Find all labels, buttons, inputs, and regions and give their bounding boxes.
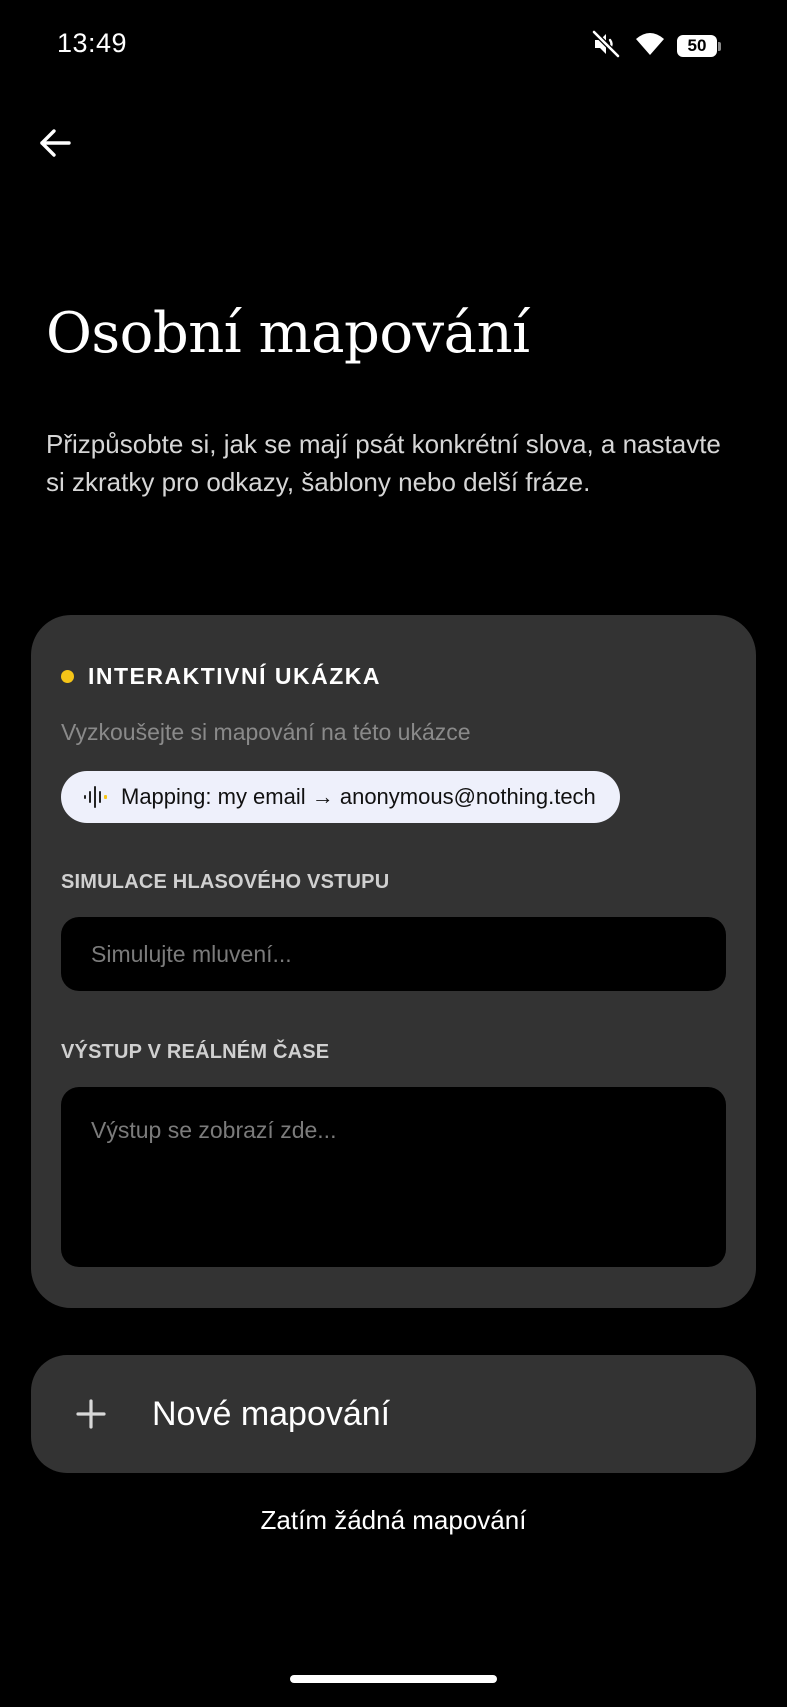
- page-description: Přizpůsobte si, jak se mají psát konkrét…: [46, 429, 721, 497]
- status-icons: 50: [591, 29, 721, 64]
- demo-subtitle: Vyzkoušejte si mapování na této ukázce: [61, 719, 471, 745]
- mute-icon: [591, 29, 621, 64]
- status-time: 13:49: [57, 28, 128, 58]
- plus-icon: [76, 1399, 106, 1429]
- page-title: Osobní mapování: [46, 301, 530, 366]
- back-button[interactable]: [30, 118, 80, 168]
- status-dot: [61, 670, 74, 683]
- waveform-icon: [84, 786, 107, 808]
- empty-state-text: Zatím žádná mapování: [260, 1505, 527, 1535]
- voice-input-label: SIMULACE HLASOVÉHO VSTUPU: [61, 871, 390, 893]
- new-mapping-label: Nové mapování: [152, 1394, 391, 1433]
- mapping-chip[interactable]: Mapping: my email → anonymous@nothing.te…: [61, 771, 620, 823]
- battery-icon: 50: [677, 35, 721, 57]
- battery-level: 50: [677, 35, 717, 57]
- mapping-chip-label: Mapping: my email → anonymous@nothing.te…: [121, 784, 596, 809]
- new-mapping-button[interactable]: Nové mapování: [31, 1355, 756, 1473]
- demo-header: INTERAKTIVNÍ UKÁZKA: [61, 663, 381, 690]
- voice-simulation-input[interactable]: [61, 917, 726, 991]
- battery-tip: [718, 41, 721, 51]
- home-indicator[interactable]: [290, 1675, 497, 1683]
- output-placeholder: Výstup se zobrazí zde...: [91, 1117, 337, 1143]
- arrow-left-icon: [40, 129, 71, 157]
- demo-title: INTERAKTIVNÍ UKÁZKA: [88, 663, 381, 689]
- realtime-output-box: Výstup se zobrazí zde...: [61, 1087, 726, 1267]
- output-label: VÝSTUP V REÁLNÉM ČASE: [61, 1041, 330, 1063]
- interactive-demo-card: INTERAKTIVNÍ UKÁZKA Vyzkoušejte si mapov…: [31, 615, 756, 1308]
- wifi-icon: [635, 31, 665, 62]
- status-bar: 13:49 50: [0, 0, 787, 92]
